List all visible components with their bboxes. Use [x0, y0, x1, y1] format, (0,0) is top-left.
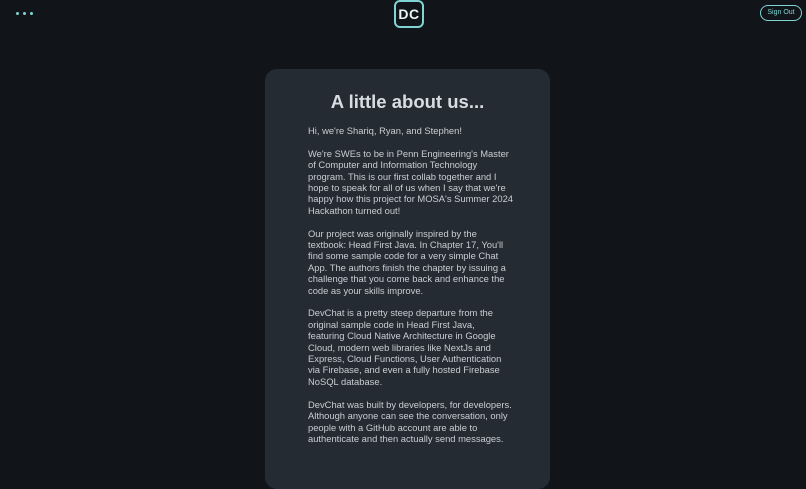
- about-paragraph: We're SWEs to be in Penn Engineering's M…: [308, 147, 514, 216]
- more-horizontal-icon[interactable]: [16, 12, 33, 15]
- page-title: A little about us...: [330, 91, 485, 112]
- about-card: A little about us... Hi, we're Shariq, R…: [265, 69, 550, 489]
- about-paragraph: DevChat is a pretty steep departure from…: [308, 307, 502, 387]
- about-paragraph: Hi, we're Shariq, Ryan, and Stephen!: [308, 125, 462, 136]
- sign-out-button[interactable]: Sign Out: [760, 5, 802, 21]
- about-paragraph: DevChat was built by developers, for dev…: [308, 398, 512, 444]
- menu-dot: [30, 12, 33, 15]
- top-nav: DC Sign Out: [0, 0, 806, 30]
- menu-dot: [23, 12, 26, 15]
- logo[interactable]: DC: [394, 0, 424, 28]
- about-paragraph: Our project was originally inspired by t…: [308, 227, 506, 296]
- menu-dot: [16, 12, 19, 15]
- about-body: Hi, we're Shariq, Ryan, and Stephen! We'…: [308, 125, 513, 456]
